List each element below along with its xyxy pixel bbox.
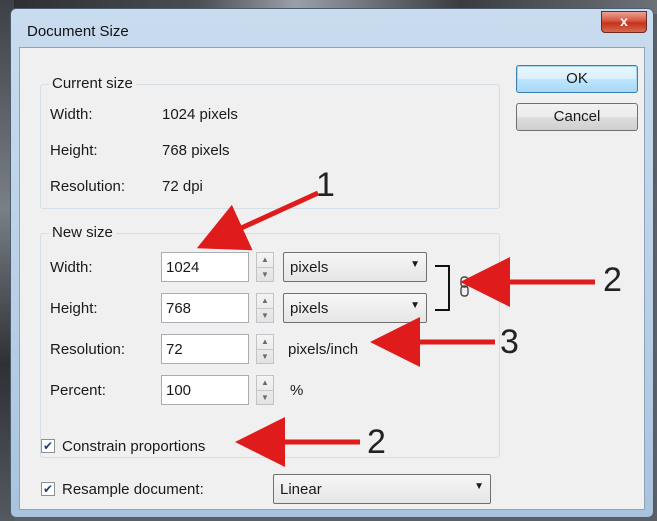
arrow-1 (196, 190, 320, 251)
annotation-3: 3 (500, 323, 519, 361)
annotation-overlay (196, 190, 595, 467)
annotation-1: 1 (316, 166, 335, 204)
annotation-2-link: 2 (603, 261, 622, 299)
annotation-2-constrain: 2 (367, 423, 386, 461)
